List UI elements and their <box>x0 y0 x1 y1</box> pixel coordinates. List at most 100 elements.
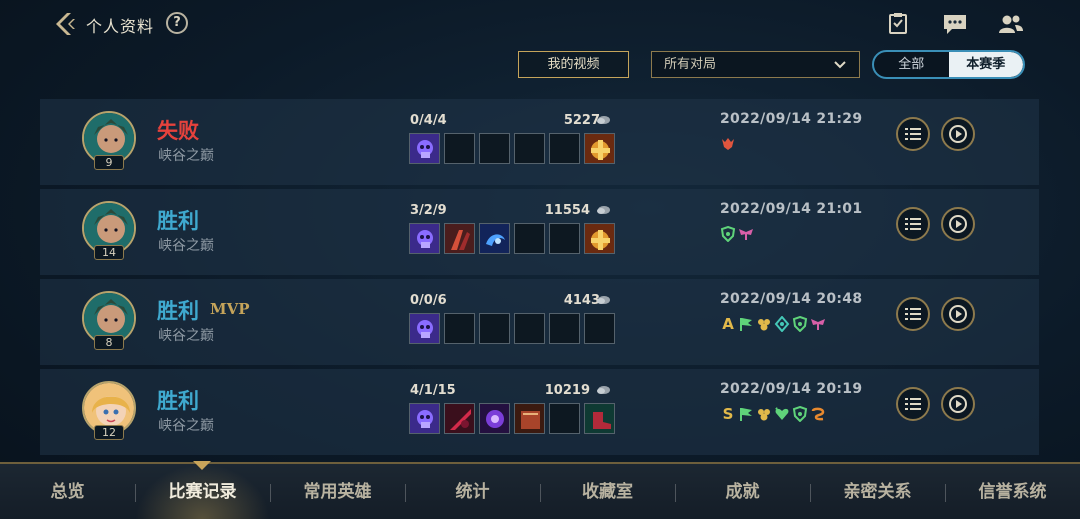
game-mode: 峡谷之巅 <box>158 148 214 164</box>
back-button[interactable] <box>50 10 78 38</box>
golden-trinket-item <box>584 133 615 164</box>
green-shield-badge <box>720 225 736 243</box>
item-build <box>409 403 615 434</box>
nav-relationships[interactable]: 亲密关系 <box>810 464 945 519</box>
kda-score: 0/0/6 <box>410 293 447 308</box>
gold-amount: 5227 <box>563 113 600 128</box>
hero-level-badge: 8 <box>94 335 124 350</box>
achievement-badges: A <box>720 315 826 333</box>
season-toggle-all[interactable]: 全部 <box>874 52 949 77</box>
teal-shield-badge <box>774 315 790 333</box>
play-icon <box>949 395 967 413</box>
purple-skull-item <box>409 223 440 254</box>
empty-item-slot <box>479 313 510 344</box>
item-build <box>409 133 615 164</box>
empty-item-slot <box>584 313 615 344</box>
nav-common-heroes[interactable]: 常用英雄 <box>270 464 405 519</box>
play-icon <box>949 215 967 233</box>
match-date: 2022/09/14 21:01 <box>720 201 863 217</box>
replay-button[interactable] <box>941 297 975 331</box>
pink-wings-badge <box>738 225 754 243</box>
empty-item-slot <box>444 133 475 164</box>
match-details-button[interactable] <box>896 117 930 151</box>
empty-item-slot <box>444 313 475 344</box>
help-icon[interactable]: ? <box>166 12 188 34</box>
game-mode: 峡谷之巅 <box>158 418 214 434</box>
list-icon <box>905 308 921 320</box>
purple-skull-item <box>409 403 440 434</box>
kda-score: 3/2/9 <box>410 203 447 218</box>
green-flag-badge <box>738 315 754 333</box>
season-toggle: 全部 本赛季 <box>872 50 1025 79</box>
achievement-badges <box>720 225 754 243</box>
replay-button[interactable] <box>941 387 975 421</box>
match-filter-dropdown[interactable]: 所有对局 <box>651 51 860 78</box>
play-icon <box>949 125 967 143</box>
purple-skull-item <box>409 133 440 164</box>
friends-icon[interactable] <box>998 12 1023 36</box>
green-flag-badge <box>738 405 754 423</box>
nav-honor-system[interactable]: 信誉系统 <box>945 464 1080 519</box>
hero-level-badge: 14 <box>94 245 124 260</box>
my-videos-button[interactable]: 我的视频 <box>518 51 629 78</box>
empty-item-slot <box>549 223 580 254</box>
grade-s-badge: S <box>722 405 734 423</box>
list-icon <box>905 398 921 410</box>
bottom-nav: 总览 比赛记录 常用英雄 统计 收藏室 成就 亲密关系 信誉系统 <box>0 462 1080 519</box>
list-icon <box>905 128 921 140</box>
nav-overview[interactable]: 总览 <box>0 464 135 519</box>
achievement-badges <box>720 135 736 153</box>
match-filter-value: 所有对局 <box>664 57 717 72</box>
match-date: 2022/09/14 21:29 <box>720 111 863 127</box>
match-row[interactable]: 8 胜利 MVP 峡谷之巅 0/0/6 4143 2022/09/14 20:4… <box>40 279 1039 365</box>
kda-score: 4/1/15 <box>410 383 456 398</box>
nav-match-history[interactable]: 比赛记录 <box>135 464 270 519</box>
purple-skull-item <box>409 313 440 344</box>
gold-amount: 10219 <box>544 383 590 398</box>
item-build <box>409 223 615 254</box>
gold-coin-icon <box>597 116 610 124</box>
kda-score: 0/4/4 <box>410 113 447 128</box>
match-row[interactable]: 14 胜利 峡谷之巅 3/2/9 11554 2022/09/14 21:01 <box>40 189 1039 275</box>
back-chevron-icon <box>56 13 75 35</box>
match-result: 胜利 <box>157 299 199 323</box>
empty-item-slot <box>549 403 580 434</box>
match-result: 胜利 <box>157 389 199 413</box>
match-result: 胜利 <box>157 209 199 233</box>
golden-trinket-item <box>584 223 615 254</box>
match-details-button[interactable] <box>896 207 930 241</box>
empty-item-slot <box>514 313 545 344</box>
active-tab-indicator <box>193 461 211 470</box>
empty-item-slot <box>514 133 545 164</box>
match-details-button[interactable] <box>896 387 930 421</box>
match-date: 2022/09/14 20:19 <box>720 381 863 397</box>
replay-button[interactable] <box>941 117 975 151</box>
game-mode: 峡谷之巅 <box>158 238 214 254</box>
task-list-icon[interactable] <box>886 12 910 36</box>
chat-icon[interactable] <box>942 12 966 36</box>
season-toggle-current[interactable]: 本赛季 <box>948 52 1023 77</box>
match-row[interactable]: 9 失败 峡谷之巅 0/4/4 5227 2022/09/14 21:29 <box>40 99 1039 185</box>
nav-achievements[interactable]: 成就 <box>675 464 810 519</box>
match-details-button[interactable] <box>896 297 930 331</box>
nav-statistics[interactable]: 统计 <box>405 464 540 519</box>
match-date: 2022/09/14 20:48 <box>720 291 863 307</box>
empty-item-slot <box>514 223 545 254</box>
nav-collection[interactable]: 收藏室 <box>540 464 675 519</box>
achievement-badges: S <box>720 405 826 423</box>
purple-orb-item <box>479 403 510 434</box>
gold-coin-icon <box>597 296 610 304</box>
green-heart-badge <box>774 405 790 423</box>
gold-amount: 4143 <box>563 293 600 308</box>
green-shield-badge <box>792 315 808 333</box>
orange-knot-badge <box>810 405 826 423</box>
match-row[interactable]: 12 胜利 峡谷之巅 4/1/15 10219 2022/09/14 20:19… <box>40 369 1039 455</box>
gold-coin-icon <box>597 206 610 214</box>
red-shoe-trinket-item <box>584 403 615 434</box>
replay-button[interactable] <box>941 207 975 241</box>
hero-level-badge: 9 <box>94 155 124 170</box>
mvp-badge: MVP <box>210 300 250 318</box>
empty-item-slot <box>549 133 580 164</box>
play-icon <box>949 305 967 323</box>
blue-spirit-item <box>479 223 510 254</box>
